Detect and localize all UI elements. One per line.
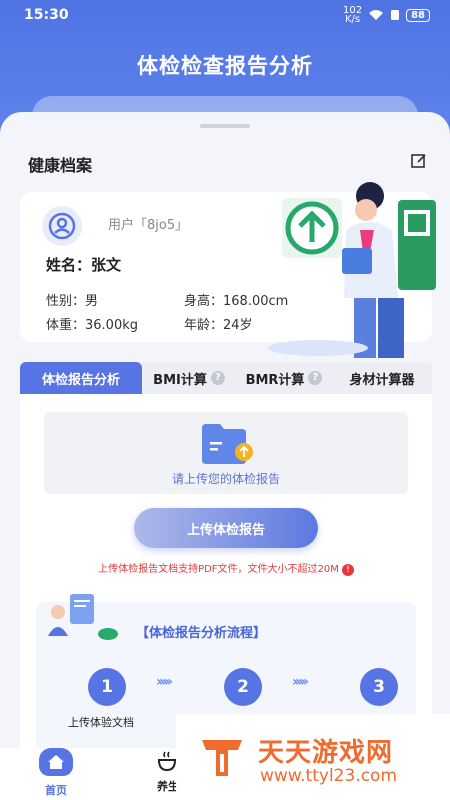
step-3-circle: 3	[360, 668, 398, 706]
tab-bmi[interactable]: BMI计算 ?	[142, 362, 236, 394]
nav-home-label: 首页	[45, 784, 67, 797]
step-arrows: ›››››	[292, 674, 309, 690]
gender-field: 性别：男	[46, 294, 99, 309]
watermark: 天天游戏网 www.ttyl23.com	[176, 714, 450, 800]
tab-body-calculator[interactable]: 身材计算器	[332, 362, 432, 394]
status-bar: 15:30 102 K/s 88	[0, 0, 450, 30]
battery-indicator: 88	[406, 8, 430, 22]
health-record-title: 健康档案	[28, 156, 93, 175]
step-1-label: 上传体验文档	[68, 716, 134, 729]
upload-report-button[interactable]: 上传体检报告	[134, 508, 318, 548]
tab-label: 体检报告分析	[41, 372, 120, 388]
watermark-brand: 天天游戏网	[258, 738, 394, 768]
tab-label: 身材计算器	[349, 372, 415, 388]
upload-hint: 请上传您的体检报告	[171, 472, 280, 486]
name-field: 姓名：张文	[46, 256, 122, 274]
main-sheet: 健康档案 用户「8jo5」 姓名：张文 性别：男 身高：168.00cm 体重：…	[0, 112, 450, 800]
net-speed-unit: K/s	[344, 14, 361, 25]
sim-icon	[391, 10, 400, 20]
step-2-circle: 2	[224, 668, 262, 706]
doctor-desk-illustration	[48, 594, 118, 640]
doctor-illustration	[268, 182, 436, 358]
status-time: 15:30	[24, 7, 69, 23]
wifi-icon	[369, 10, 384, 20]
username-label: 用户「8jo5」	[108, 218, 189, 233]
brand-logo-icon	[202, 740, 242, 776]
upload-note-text: 上传体检报告文档支持PDF文件，文件大小不超过20M	[98, 564, 339, 575]
step-arrows: ›››››	[156, 674, 173, 690]
age-field: 年龄：24岁	[184, 318, 253, 333]
upload-note: 上传体检报告文档支持PDF文件，文件大小不超过20M!	[20, 560, 432, 576]
watermark-url: www.ttyl23.com	[260, 766, 398, 786]
help-icon[interactable]: ?	[210, 371, 225, 385]
weight-field: 体重：36.00kg	[46, 318, 138, 333]
tab-bmr[interactable]: BMR计算 ?	[236, 362, 332, 394]
network-speed: 102 K/s	[343, 6, 362, 25]
tab-report-analysis[interactable]: 体检报告分析	[20, 362, 142, 394]
drag-handle[interactable]	[200, 124, 250, 128]
nav-home[interactable]: 首页	[26, 748, 86, 798]
tab-bar: 体检报告分析 BMI计算 ? BMR计算 ? 身材计算器	[20, 362, 432, 394]
edit-icon[interactable]	[410, 152, 428, 170]
tab-label: BMI计算	[153, 372, 207, 388]
tab-label: BMR计算	[245, 372, 305, 388]
home-icon	[39, 748, 73, 776]
upload-dropzone[interactable]: 请上传您的体检报告	[44, 412, 408, 494]
folder-upload-icon	[202, 424, 253, 464]
user-icon	[48, 212, 76, 240]
status-icons: 102 K/s 88	[343, 6, 430, 25]
warning-icon: !	[341, 564, 354, 576]
step-1-circle: 1	[88, 668, 126, 706]
page-title: 体检检查报告分析	[137, 54, 313, 78]
flow-title: 【体检报告分析流程】	[136, 626, 267, 641]
help-icon[interactable]: ?	[308, 371, 323, 385]
avatar[interactable]	[42, 206, 82, 246]
